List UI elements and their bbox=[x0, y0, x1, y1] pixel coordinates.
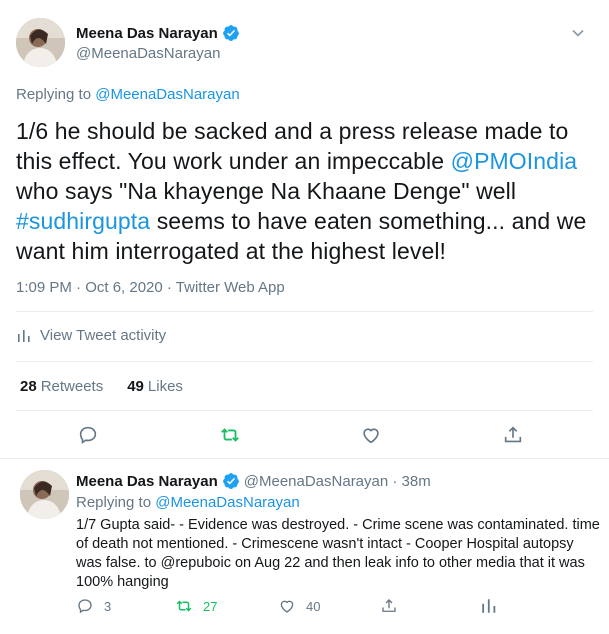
likes-count: 49 bbox=[127, 378, 144, 395]
retweets-stat[interactable]: 28 Retweets bbox=[20, 378, 103, 395]
bar-chart-icon bbox=[18, 329, 30, 342]
author-name[interactable]: Meena Das Narayan bbox=[76, 473, 218, 490]
retweet-button[interactable]: 27 bbox=[175, 597, 217, 615]
retweet-count: 27 bbox=[203, 598, 218, 614]
tweet-thread: Meena Das Narayan @MeenaDasNarayan Reply… bbox=[0, 0, 609, 634]
author-info: Meena Das Narayan @MeenaDasNarayan bbox=[76, 24, 240, 62]
reply-button[interactable]: 3 bbox=[76, 597, 111, 615]
reply-tweet[interactable]: Meena Das Narayan @MeenaDasNarayan · 38m… bbox=[0, 460, 609, 634]
avatar[interactable] bbox=[16, 18, 65, 67]
like-button[interactable]: 40 bbox=[278, 597, 320, 615]
author-handle[interactable]: @MeenaDasNarayan bbox=[76, 45, 240, 62]
activity-label: View Tweet activity bbox=[40, 327, 167, 344]
replying-prefix: Replying to bbox=[76, 494, 152, 511]
reply-text: 1/7 Gupta said- - Evidence was destroyed… bbox=[76, 517, 600, 590]
replying-to-link[interactable]: @MeenaDasNarayan bbox=[95, 86, 239, 103]
reply-actions: 3 27 40 bbox=[0, 597, 609, 617]
avatar[interactable] bbox=[20, 470, 69, 519]
hashtag-link[interactable]: #sudhirgupta bbox=[16, 208, 150, 234]
replying-to: Replying to @MeenaDasNarayan bbox=[76, 494, 300, 511]
retweet-icon[interactable] bbox=[219, 424, 241, 446]
main-tweet: Meena Das Narayan @MeenaDasNarayan Reply… bbox=[0, 0, 609, 459]
tweet-timestamp[interactable]: 1:09 PM · Oct 6, 2020 · Twitter Web App bbox=[16, 279, 285, 296]
retweets-count: 28 bbox=[20, 378, 37, 395]
view-tweet-activity[interactable]: View Tweet activity bbox=[16, 327, 166, 344]
retweets-label: Retweets bbox=[40, 378, 104, 395]
divider bbox=[16, 361, 593, 362]
chevron-down-icon[interactable] bbox=[571, 26, 585, 40]
handle-time[interactable]: @MeenaDasNarayan · 38m bbox=[244, 473, 431, 490]
like-icon bbox=[280, 600, 294, 613]
divider bbox=[16, 410, 593, 411]
like-count: 40 bbox=[306, 598, 321, 614]
tweet-text-part: who says "Na khayenge Na Khaane Denge" w… bbox=[16, 178, 517, 204]
replying-to-link[interactable]: @MeenaDasNarayan bbox=[155, 494, 299, 511]
analytics-button[interactable] bbox=[480, 597, 508, 615]
divider bbox=[16, 311, 593, 312]
share-icon bbox=[382, 599, 396, 612]
replying-prefix: Replying to bbox=[16, 86, 92, 103]
retweet-icon bbox=[176, 600, 192, 612]
reply-icon bbox=[78, 599, 92, 614]
share-icon[interactable] bbox=[502, 424, 524, 446]
reply-count: 3 bbox=[104, 598, 112, 614]
author-name[interactable]: Meena Das Narayan bbox=[76, 25, 218, 42]
share-button[interactable] bbox=[380, 597, 408, 615]
mention-link[interactable]: @PMOIndia bbox=[451, 148, 578, 174]
reply-header: Meena Das Narayan @MeenaDasNarayan · 38m bbox=[76, 472, 431, 490]
likes-label: Likes bbox=[147, 378, 183, 395]
verified-badge-icon bbox=[222, 24, 240, 42]
tweet-text: 1/6 he should be sacked and a press rele… bbox=[16, 116, 596, 266]
reply-icon[interactable] bbox=[77, 424, 99, 446]
verified-badge-icon bbox=[222, 472, 240, 490]
bar-chart-icon bbox=[482, 599, 496, 613]
tweet-actions bbox=[0, 424, 609, 448]
tweet-stats: 28 Retweets 49 Likes bbox=[20, 378, 207, 395]
like-icon[interactable] bbox=[360, 424, 382, 446]
replying-to: Replying to @MeenaDasNarayan bbox=[16, 86, 240, 103]
likes-stat[interactable]: 49 Likes bbox=[127, 378, 183, 395]
